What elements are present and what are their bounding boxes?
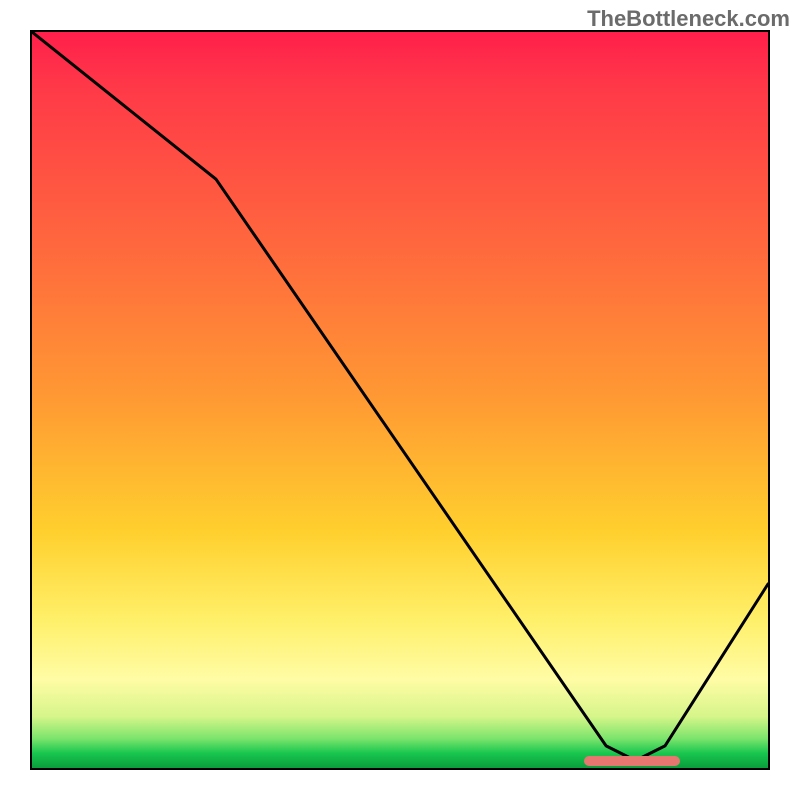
attribution-text: TheBottleneck.com <box>587 6 790 32</box>
curve-path <box>32 32 768 761</box>
highlight-marker <box>584 756 680 766</box>
plot-area <box>30 30 770 770</box>
line-series <box>32 32 768 768</box>
chart-container: TheBottleneck.com <box>0 0 800 800</box>
